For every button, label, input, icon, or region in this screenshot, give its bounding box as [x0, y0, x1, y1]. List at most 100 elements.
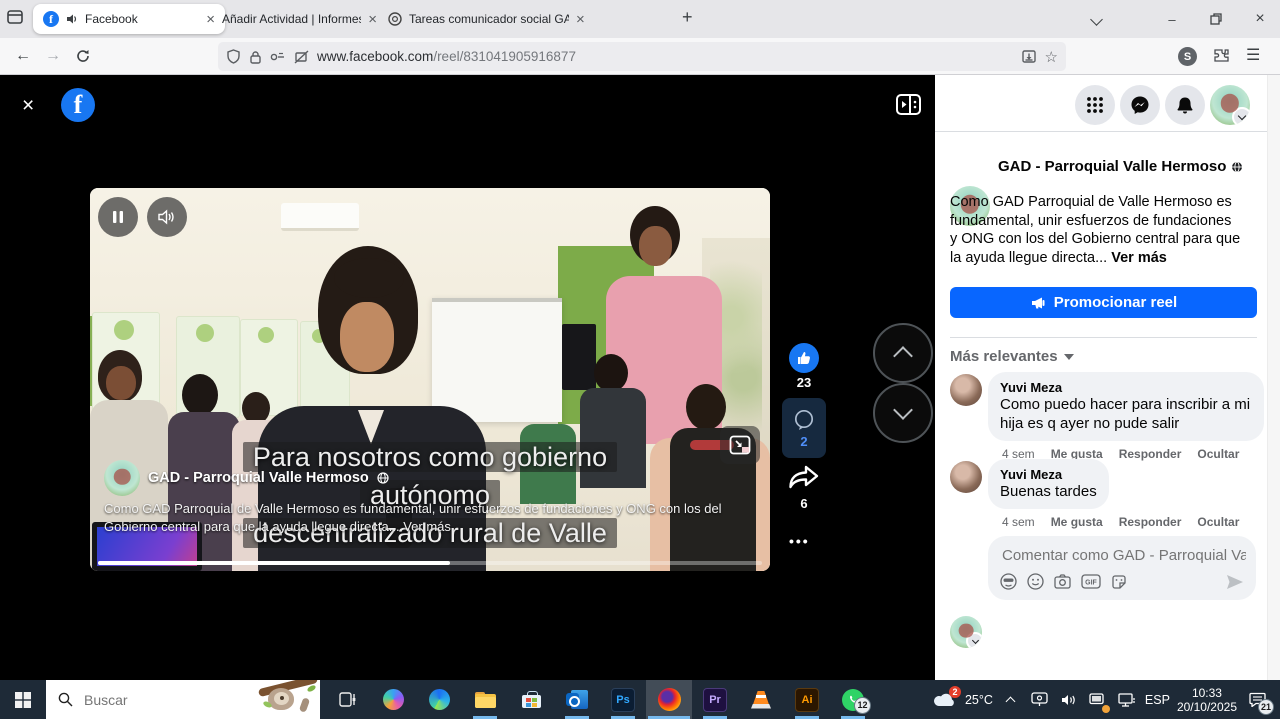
- autoplay-blocked-icon[interactable]: [294, 50, 309, 64]
- messenger-icon[interactable]: [1120, 85, 1160, 125]
- tab-informes[interactable]: Añadir Actividad | Informes Mensua: [212, 4, 387, 34]
- taskbar-clock[interactable]: 10:33 20/10/2025: [1177, 686, 1237, 714]
- extensions-puzzle-icon[interactable]: [1213, 47, 1230, 64]
- language-indicator[interactable]: ESP: [1145, 693, 1170, 707]
- shield-icon[interactable]: [226, 49, 241, 64]
- tab-audio-icon[interactable]: [66, 13, 78, 25]
- commenter-avatar[interactable]: [950, 374, 982, 406]
- start-button[interactable]: [0, 680, 46, 719]
- comments-sort-dropdown[interactable]: Más relevantes: [950, 348, 1074, 365]
- comment-like-link[interactable]: Me gusta: [1051, 515, 1103, 529]
- weather-icon[interactable]: 2: [932, 685, 958, 715]
- comment-composer[interactable]: GIF: [988, 536, 1256, 600]
- send-icon[interactable]: [1226, 574, 1244, 590]
- menu-hamburger-icon[interactable]: ☰: [1246, 45, 1260, 65]
- like-button[interactable]: [789, 343, 819, 373]
- camera-icon[interactable]: [1054, 574, 1071, 589]
- sticker-icon[interactable]: [1111, 574, 1127, 590]
- panel-scrollbar[interactable]: [1267, 75, 1280, 680]
- composer-avatar[interactable]: [950, 616, 982, 648]
- lock-icon[interactable]: [249, 50, 262, 64]
- comment-author[interactable]: Yuvi Meza: [1000, 467, 1097, 482]
- window-close-button[interactable]: ×: [1240, 2, 1280, 36]
- volume-button[interactable]: [147, 197, 187, 237]
- facebook-logo[interactable]: f: [61, 88, 95, 122]
- more-options-button[interactable]: •••: [789, 533, 810, 549]
- firefox-icon[interactable]: [646, 680, 692, 719]
- apps-grid-icon[interactable]: [1075, 85, 1115, 125]
- commenter-avatar[interactable]: [950, 461, 982, 493]
- window-restore-button[interactable]: [1196, 2, 1236, 36]
- microsoft-store-icon[interactable]: [508, 680, 554, 719]
- action-center-icon[interactable]: 21: [1244, 685, 1270, 715]
- browser-tab-strip: Facebook Añadir Actividad | Informes Men…: [0, 0, 1280, 38]
- permissions-icon[interactable]: [270, 51, 286, 63]
- gif-icon[interactable]: GIF: [1081, 574, 1101, 589]
- video-progress-bar[interactable]: [98, 561, 762, 565]
- url-text[interactable]: www.facebook.com/reel/831041905916877: [317, 49, 1013, 64]
- tab-close-icon[interactable]: [576, 11, 585, 28]
- reel-caption-text[interactable]: Como GAD Parroquial de Valle Hermoso es …: [104, 500, 752, 535]
- search-input[interactable]: [82, 691, 206, 709]
- task-view-button[interactable]: [324, 680, 370, 719]
- copilot-icon[interactable]: [370, 680, 416, 719]
- promote-reel-button[interactable]: Promocionar reel: [950, 287, 1257, 318]
- collapse-sidebar-icon[interactable]: [896, 94, 921, 115]
- comment-button[interactable]: 2: [782, 398, 826, 458]
- see-more-link[interactable]: Ver más: [1111, 250, 1167, 266]
- notifications-bell-icon[interactable]: [1165, 85, 1205, 125]
- sync-tray-icon[interactable]: [1087, 685, 1109, 715]
- forward-button[interactable]: →: [38, 42, 68, 70]
- tab-list-chevron-icon[interactable]: [1076, 2, 1116, 36]
- share-button[interactable]: [787, 463, 821, 493]
- network-tray-icon[interactable]: [1116, 685, 1138, 715]
- back-button[interactable]: ←: [8, 42, 38, 70]
- volume-tray-icon[interactable]: [1058, 685, 1080, 715]
- tab-close-icon[interactable]: [368, 11, 377, 28]
- temperature-label[interactable]: 25°C: [965, 693, 993, 707]
- save-page-icon[interactable]: [1021, 49, 1037, 64]
- previous-reel-button[interactable]: [873, 323, 933, 383]
- pause-button[interactable]: [98, 197, 138, 237]
- vlc-icon[interactable]: [738, 680, 784, 719]
- comment-input[interactable]: [1000, 546, 1248, 565]
- avatar-sticker-icon[interactable]: [1000, 573, 1017, 590]
- firefox-view-icon[interactable]: [6, 8, 28, 30]
- close-reel-icon[interactable]: ×: [22, 94, 34, 118]
- outlook-icon[interactable]: [554, 680, 600, 719]
- hidden-icons-chevron[interactable]: [1000, 685, 1022, 715]
- profile-avatar[interactable]: [1210, 85, 1250, 125]
- panel-divider: [935, 131, 1267, 132]
- next-reel-button[interactable]: [873, 383, 933, 443]
- comment-hide-link[interactable]: Ocultar: [1197, 515, 1239, 529]
- tab-facebook[interactable]: Facebook: [33, 4, 225, 34]
- comment-reply-link[interactable]: Responder: [1119, 515, 1182, 529]
- tab-tareas[interactable]: Tareas comunicador social GAD: [378, 4, 608, 34]
- taskbar-search[interactable]: [46, 680, 320, 719]
- comment-bubble[interactable]: Yuvi Meza Buenas tardes: [988, 459, 1109, 509]
- reel-page-avatar[interactable]: [104, 460, 140, 496]
- file-explorer-icon[interactable]: [462, 680, 508, 719]
- reel-page-row[interactable]: GAD - Parroquial Valle Hermoso: [104, 460, 389, 496]
- illustrator-icon[interactable]: Ai: [784, 680, 830, 719]
- reel-page-name[interactable]: GAD - Parroquial Valle Hermoso: [148, 470, 369, 486]
- comment-bubble[interactable]: Yuvi Meza Como puedo hacer para inscribi…: [988, 372, 1264, 441]
- reel-video[interactable]: Para nosotros como gobierno autónomo des…: [90, 188, 770, 571]
- picture-in-picture-icon[interactable]: [720, 426, 760, 464]
- window-minimize-button[interactable]: –: [1152, 2, 1192, 36]
- photoshop-icon[interactable]: Ps: [600, 680, 646, 719]
- emoji-icon[interactable]: [1027, 573, 1044, 590]
- comment-author[interactable]: Yuvi Meza: [1000, 380, 1252, 395]
- comment-time[interactable]: 4 sem: [1002, 515, 1035, 529]
- whatsapp-icon[interactable]: 12: [830, 680, 876, 719]
- premiere-icon[interactable]: Pr: [692, 680, 738, 719]
- s-extension-icon[interactable]: S: [1178, 47, 1197, 66]
- panel-page-name[interactable]: GAD - Parroquial Valle Hermoso: [998, 158, 1243, 175]
- url-bar[interactable]: www.facebook.com/reel/831041905916877 ☆: [218, 42, 1066, 71]
- edge-icon[interactable]: [416, 680, 462, 719]
- teams-tray-icon[interactable]: [1029, 685, 1051, 715]
- bookmark-star-icon[interactable]: ☆: [1045, 48, 1058, 66]
- new-tab-button[interactable]: +: [682, 7, 693, 28]
- reload-button[interactable]: [68, 42, 98, 70]
- video-progress-fill: [98, 561, 450, 565]
